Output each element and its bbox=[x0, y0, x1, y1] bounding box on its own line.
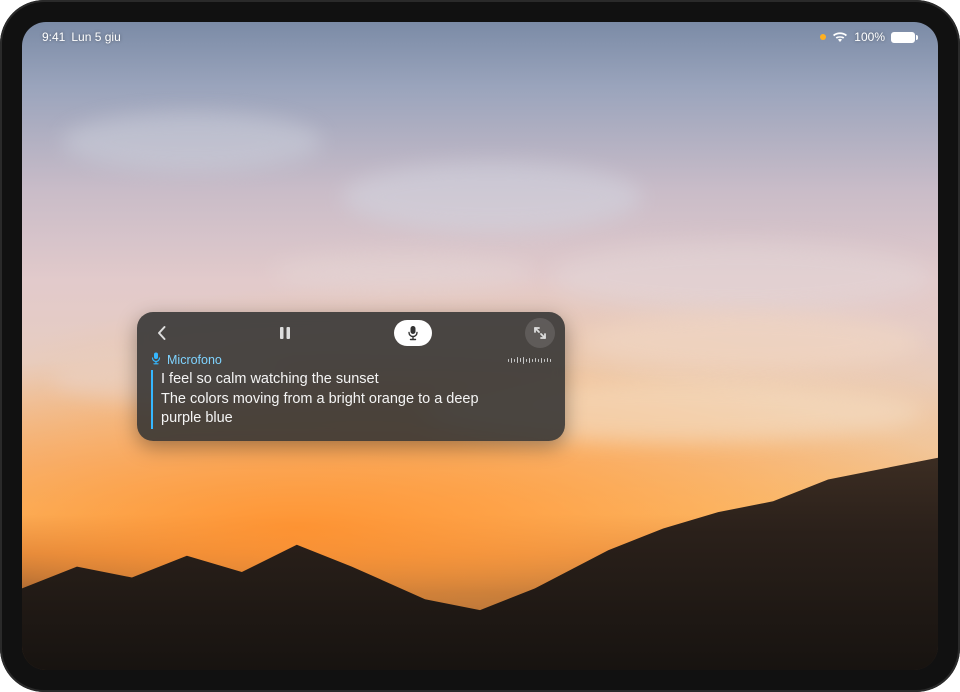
source-label-group: Microfono bbox=[151, 352, 222, 368]
transcript-line: I feel so calm watching the sunset bbox=[161, 370, 551, 390]
screen: 9:41 Lun 5 giu 100% bbox=[22, 22, 938, 670]
microphone-icon bbox=[151, 352, 161, 368]
audio-waveform-icon bbox=[508, 357, 552, 364]
mic-indicator-dot bbox=[820, 34, 826, 40]
cloud-decoration bbox=[582, 312, 922, 372]
cloud-decoration bbox=[342, 162, 642, 232]
status-bar: 9:41 Lun 5 giu 100% bbox=[22, 26, 938, 48]
source-label: Microfono bbox=[167, 353, 222, 367]
expand-button[interactable] bbox=[525, 318, 555, 348]
pause-button[interactable] bbox=[270, 318, 300, 348]
transcript-line: The colors moving from a bright orange t… bbox=[161, 390, 551, 410]
back-button[interactable] bbox=[147, 318, 177, 348]
status-time: 9:41 bbox=[42, 30, 65, 44]
status-right: 100% bbox=[820, 30, 918, 44]
battery-icon bbox=[891, 32, 918, 43]
live-captions-panel[interactable]: Microfono I feel so calm watching the su… bbox=[137, 312, 565, 441]
wifi-icon bbox=[832, 31, 848, 43]
status-left: 9:41 Lun 5 giu bbox=[42, 30, 121, 44]
cloud-decoration bbox=[272, 252, 532, 292]
cloud-decoration bbox=[552, 242, 932, 312]
device-frame: 9:41 Lun 5 giu 100% bbox=[0, 0, 960, 692]
microphone-button[interactable] bbox=[394, 320, 432, 346]
panel-body: Microfono I feel so calm watching the su… bbox=[137, 352, 565, 441]
transcript-line: purple blue bbox=[161, 409, 551, 429]
source-row: Microfono bbox=[151, 352, 551, 368]
battery-percent: 100% bbox=[854, 30, 885, 44]
transcript: I feel so calm watching the sunset The c… bbox=[151, 370, 551, 429]
status-date: Lun 5 giu bbox=[71, 30, 120, 44]
cloud-decoration bbox=[62, 112, 322, 172]
panel-toolbar bbox=[137, 312, 565, 352]
